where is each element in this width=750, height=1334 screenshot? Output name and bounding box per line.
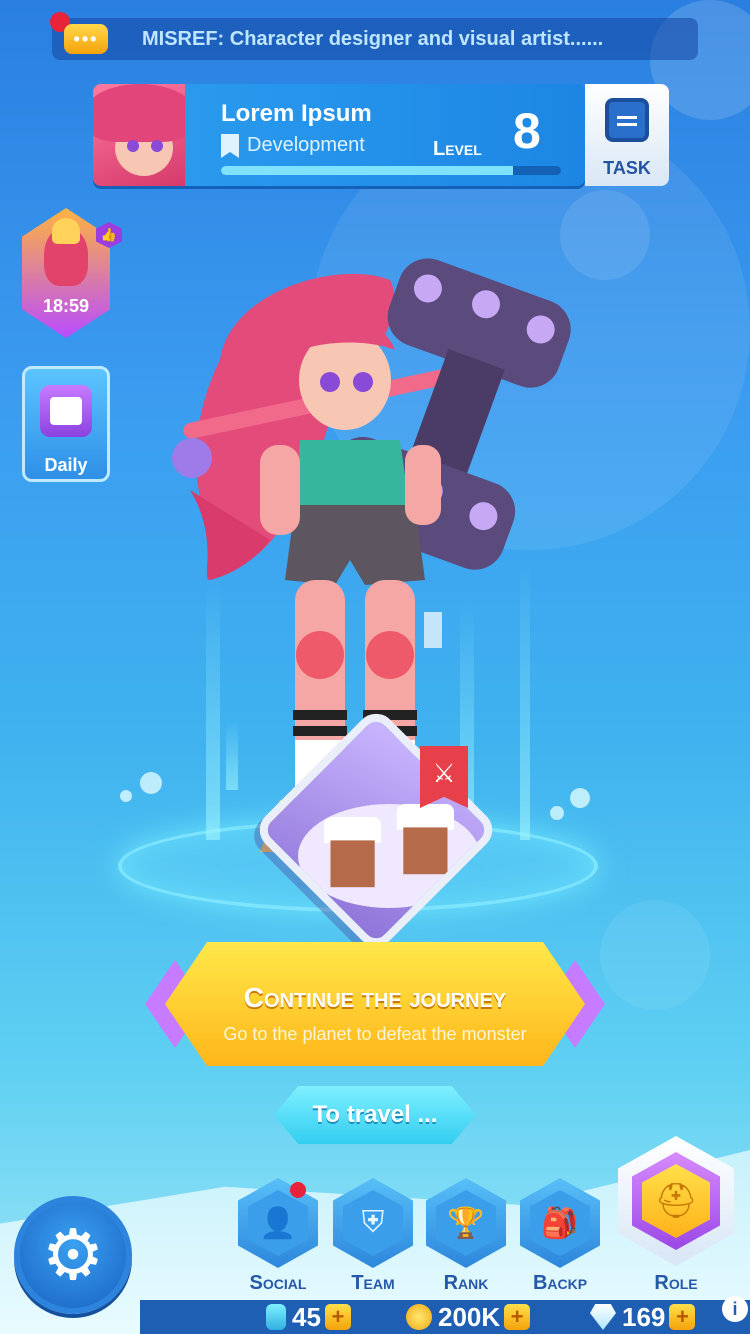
event-character-hair (52, 218, 80, 244)
nav-rank[interactable]: 🏆 Rank (424, 1178, 508, 1298)
energy-value: 45 (292, 1301, 321, 1332)
map-house (403, 827, 448, 875)
energy-can-icon (266, 1304, 286, 1330)
gem-value: 169 (622, 1301, 666, 1332)
continue-subtitle: Go to the planet to defeat the monster (223, 1024, 527, 1044)
player-role: Development (247, 134, 365, 156)
chat-bubble-icon: ••• (64, 24, 108, 54)
add-energy-button[interactable]: + (324, 1304, 351, 1330)
bg-bubble (600, 900, 710, 1010)
nav-social[interactable]: 👤 Social (236, 1178, 320, 1298)
backpack-icon: 🎒 (530, 1190, 590, 1256)
coin-counter[interactable]: 200K + (406, 1300, 531, 1334)
nav-label: Backp (532, 1272, 588, 1294)
settings-button[interactable]: ⚙ (14, 1196, 132, 1314)
task-label: TASK (603, 158, 651, 178)
xp-progress-bar (221, 166, 561, 175)
avatar-eye (127, 140, 139, 152)
gem-counter[interactable]: 169 + (590, 1300, 696, 1334)
nav-hex-frame: 🎒 (520, 1178, 600, 1268)
team-shield-icon: ⛨ (343, 1190, 403, 1256)
event-timer: 18:59 (42, 296, 90, 316)
daily-button[interactable]: Daily (22, 366, 110, 482)
nav-hex-frame: 🏆 (426, 1178, 506, 1268)
travel-button[interactable]: To travel ... (274, 1086, 476, 1144)
notification-dot (290, 1182, 306, 1198)
gear-icon: ⚙ (41, 1216, 105, 1294)
nav-backpack[interactable]: 🎒 Backp (518, 1178, 602, 1298)
event-badge[interactable]: 18:59 (22, 208, 110, 338)
avatar (93, 84, 185, 186)
continue-journey-button[interactable]: Continue the journey Go to the planet to… (145, 942, 605, 1066)
calendar-icon (40, 385, 92, 437)
xp-progress-fill (221, 166, 514, 175)
task-calendar-icon (605, 98, 649, 142)
map-house-roof (396, 804, 454, 830)
diamond-icon (590, 1304, 616, 1330)
bookmark-icon (221, 134, 239, 158)
nav-label: Team (351, 1272, 395, 1294)
avatar-hat (93, 84, 185, 142)
nav-label: Rank (443, 1272, 489, 1294)
map-house (330, 840, 375, 888)
energy-counter[interactable]: 45 + (266, 1300, 351, 1334)
message-text: MISREF: Character designer and visual ar… (142, 28, 604, 50)
nav-team[interactable]: ⛨ Team (331, 1178, 415, 1298)
task-button[interactable]: TASK (585, 84, 669, 186)
nav-role[interactable]: ⛑ Role (618, 1136, 734, 1300)
add-coins-button[interactable]: + (504, 1304, 531, 1330)
trophy-icon: 🏆 (436, 1190, 496, 1256)
player-name: Lorem Ipsum (221, 100, 372, 127)
nav-label: Social (249, 1272, 307, 1294)
level-label: Level (433, 138, 482, 160)
level-value: 8 (513, 103, 541, 159)
info-icon[interactable]: i (722, 1296, 748, 1322)
profile-card[interactable]: Lorem Ipsum Development Level 8 (93, 84, 585, 186)
bg-bubble (120, 790, 132, 802)
nav-label: Role (654, 1272, 698, 1294)
daily-label: Daily (44, 455, 88, 475)
message-bar[interactable]: ••• MISREF: Character designer and visua… (50, 12, 698, 60)
add-gems-button[interactable]: + (669, 1304, 696, 1330)
continue-title: Continue the journey (243, 982, 507, 1013)
social-icon: 👤 (248, 1190, 308, 1256)
nav-hex-frame: ⛨ (333, 1178, 413, 1268)
avatar-eye (151, 140, 163, 152)
coin-icon (406, 1304, 432, 1330)
coin-value: 200K (438, 1301, 501, 1332)
bg-bubble (140, 772, 162, 794)
map-house-roof (324, 817, 382, 843)
nav-hex-frame: 👤 (238, 1178, 318, 1268)
